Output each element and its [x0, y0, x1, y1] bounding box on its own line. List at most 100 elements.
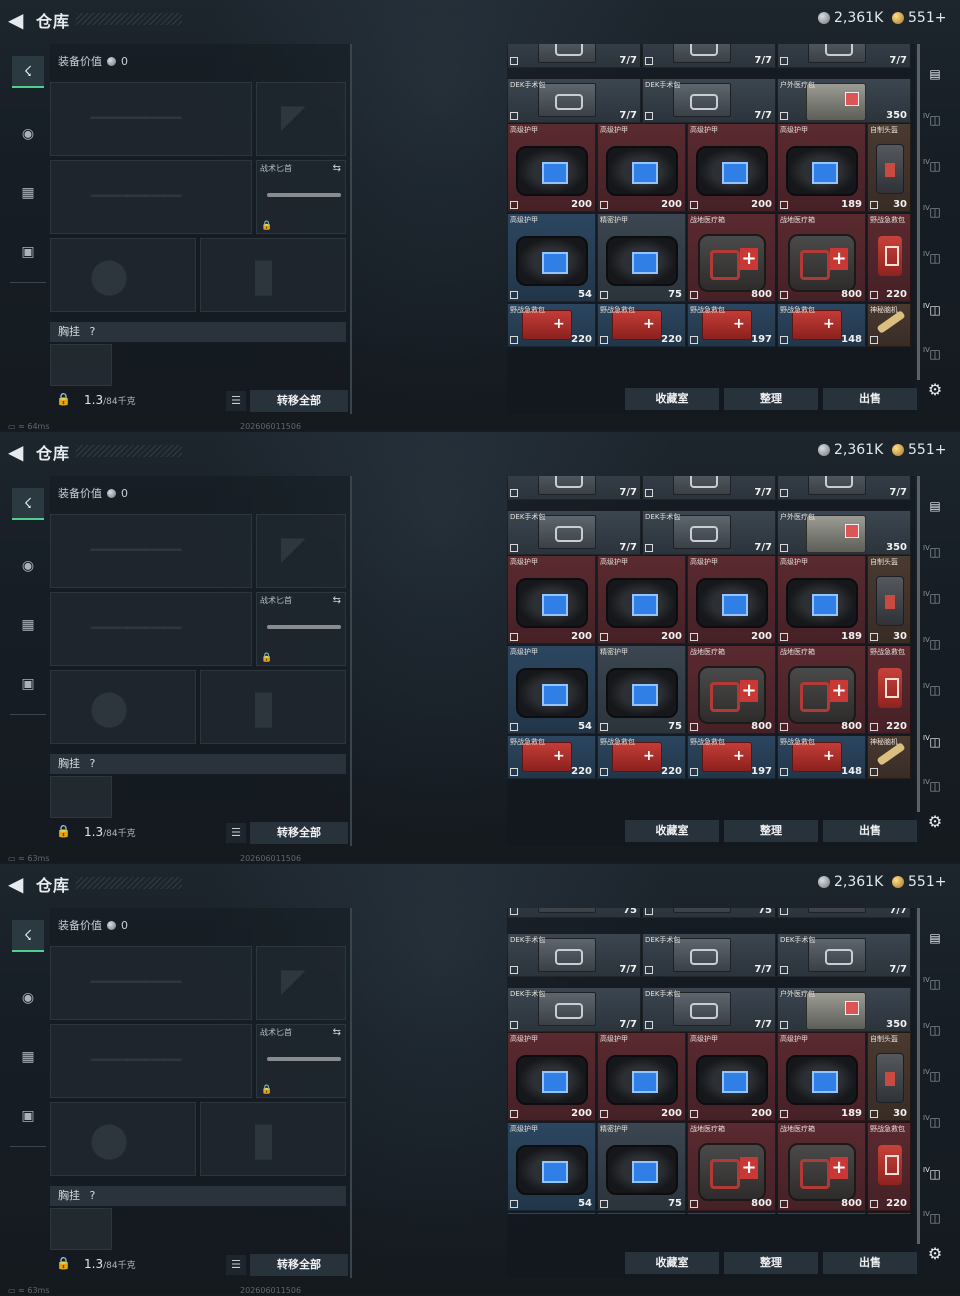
sell-button[interactable]: 出售: [823, 820, 917, 842]
inventory-item[interactable]: 战地医疗箱 800: [687, 1122, 776, 1211]
inventory-item[interactable]: DEK手术包7/7: [642, 44, 776, 68]
gold-currency[interactable]: 551+: [892, 10, 946, 26]
collection-button[interactable]: 收藏室: [625, 820, 719, 842]
collection-button[interactable]: 收藏室: [625, 388, 719, 410]
transfer-all-button[interactable]: 转移全部: [250, 1254, 348, 1276]
secondary-weapon-slot[interactable]: ─────: [50, 160, 252, 234]
inventory-item[interactable]: 自制头盔 30: [867, 555, 911, 644]
container-icon[interactable]: IV ◫: [922, 1018, 948, 1042]
lock-icon[interactable]: 🔒: [56, 392, 71, 406]
inventory-item[interactable]: 神秘脑机: [867, 1212, 911, 1214]
help-icon[interactable]: ?: [90, 1189, 96, 1202]
secondary-weapon-slot[interactable]: ─────: [50, 1024, 252, 1098]
container-icon[interactable]: IV ◫: [922, 154, 948, 178]
gear-icon[interactable]: ⚙: [922, 378, 948, 402]
inventory-item[interactable]: 户外医疗包 350: [777, 510, 911, 555]
inventory-item[interactable]: 高级护甲 200: [687, 1032, 776, 1121]
tab-gear[interactable]: ▦: [12, 609, 44, 641]
list-icon[interactable]: ☰: [226, 391, 246, 411]
back-arrow-icon[interactable]: ◀: [8, 441, 30, 463]
helmet-slot[interactable]: ●: [50, 670, 196, 744]
inventory-item[interactable]: 野战急救包220: [507, 1212, 596, 1214]
primary-weapon-slot[interactable]: ─────: [50, 514, 252, 588]
inventory-item[interactable]: 高级护甲 54: [507, 213, 596, 302]
container-icon[interactable]: IV ◫: [922, 1064, 948, 1088]
list-icon[interactable]: ☰: [226, 1255, 246, 1275]
inventory-item[interactable]: 7/7: [777, 908, 911, 918]
inventory-item[interactable]: 野战急救包148: [777, 303, 866, 347]
inventory-item[interactable]: 野战急救包220: [867, 645, 911, 734]
chest-rig-slot[interactable]: [50, 344, 112, 386]
inventory-item[interactable]: 野战急救包220: [867, 1122, 911, 1211]
container-icon[interactable]: IV ◫: [922, 540, 948, 564]
container-icon[interactable]: IV ◫: [922, 246, 948, 270]
knife-slot[interactable]: 战术匕首 ⇆ 🔒: [256, 592, 346, 666]
inventory-item[interactable]: DEK手术包7/7: [642, 510, 776, 555]
back-arrow-icon[interactable]: ◀: [8, 873, 30, 895]
inventory-item[interactable]: 野战急救包 197: [687, 735, 776, 779]
inventory-item[interactable]: 高级护甲 200: [507, 123, 596, 212]
container-icon[interactable]: IV ◫: [922, 1110, 948, 1134]
inventory-item[interactable]: DEK手术包7/7: [642, 987, 776, 1032]
helmet-slot[interactable]: ●: [50, 238, 196, 312]
inventory-item[interactable]: 高级护甲 189: [777, 1032, 866, 1121]
inventory-item[interactable]: 高级护甲 200: [687, 123, 776, 212]
container-icon[interactable]: IV ◫: [922, 678, 948, 702]
armor-slot[interactable]: ▮: [200, 670, 346, 744]
swap-icon[interactable]: ⇆: [333, 163, 341, 174]
inventory-item[interactable]: 75: [507, 908, 641, 918]
inventory-item[interactable]: DEK手术包7/7: [507, 987, 641, 1032]
gear-icon[interactable]: ⚙: [922, 810, 948, 834]
inventory-item[interactable]: 战地医疗箱 800: [777, 1122, 866, 1211]
inventory-item[interactable]: 神秘脑机: [867, 735, 911, 779]
swap-icon[interactable]: ⇆: [333, 1027, 341, 1038]
tab-helmet[interactable]: ◉: [12, 118, 44, 150]
gear-icon[interactable]: ⚙: [922, 1242, 948, 1266]
armor-slot[interactable]: ▮: [200, 238, 346, 312]
inventory-item[interactable]: 野战急救包220: [507, 735, 596, 779]
inventory-item[interactable]: 高级护甲 200: [507, 1032, 596, 1121]
container-icon[interactable]: IV ◫: [922, 972, 948, 996]
swap-icon[interactable]: ⇆: [333, 595, 341, 606]
inventory-item[interactable]: 神秘脑机: [867, 303, 911, 347]
sort-button[interactable]: 整理: [724, 1252, 818, 1274]
inventory-item[interactable]: DEK手术包7/7: [507, 933, 641, 977]
gold-currency[interactable]: 551+: [892, 442, 946, 458]
container-icon[interactable]: IV ◫: [922, 200, 948, 224]
helmet-slot[interactable]: ●: [50, 1102, 196, 1176]
inventory-item[interactable]: 高级护甲 189: [777, 555, 866, 644]
inventory-item[interactable]: 野战急救包148: [777, 1212, 866, 1214]
inventory-item[interactable]: 野战急救包220: [597, 1212, 686, 1214]
inventory-item[interactable]: 户外医疗包 350: [777, 78, 911, 123]
inventory-item[interactable]: 野战急救包 197: [687, 303, 776, 347]
back-arrow-icon[interactable]: ◀: [8, 9, 30, 31]
safe-icon[interactable]: ▤: [922, 926, 948, 950]
secondary-weapon-slot[interactable]: ─────: [50, 592, 252, 666]
knife-slot[interactable]: 战术匕首 ⇆ 🔒: [256, 160, 346, 234]
container-icon[interactable]: IV ◫: [922, 632, 948, 656]
inventory-item[interactable]: DEK手术包7/7: [642, 933, 776, 977]
inventory-item[interactable]: 高级护甲 200: [687, 555, 776, 644]
list-icon[interactable]: ☰: [226, 823, 246, 843]
inventory-item[interactable]: 精密护甲 75: [597, 645, 686, 734]
inventory-item[interactable]: 战地医疗箱 800: [687, 645, 776, 734]
inventory-item[interactable]: 高级护甲 200: [507, 555, 596, 644]
tab-gear[interactable]: ▦: [12, 177, 44, 209]
tab-helmet[interactable]: ◉: [12, 550, 44, 582]
primary-weapon-slot[interactable]: ─────: [50, 82, 252, 156]
container-icon[interactable]: IV ◫: [922, 108, 948, 132]
inventory-item[interactable]: 自制头盔 30: [867, 1032, 911, 1121]
transfer-all-button[interactable]: 转移全部: [250, 822, 348, 844]
lock-icon[interactable]: 🔒: [56, 1256, 71, 1270]
lock-icon[interactable]: 🔒: [56, 824, 71, 838]
transfer-all-button[interactable]: 转移全部: [250, 390, 348, 412]
inventory-item[interactable]: 高级护甲 54: [507, 1122, 596, 1211]
inventory-item[interactable]: 高级护甲 54: [507, 645, 596, 734]
collection-button[interactable]: 收藏室: [625, 1252, 719, 1274]
knife-slot[interactable]: 战术匕首 ⇆ 🔒: [256, 1024, 346, 1098]
sort-button[interactable]: 整理: [724, 388, 818, 410]
inventory-item[interactable]: 战地医疗箱 800: [687, 213, 776, 302]
tab-gear[interactable]: ▦: [12, 1041, 44, 1073]
inventory-item[interactable]: DEK手术包7/7: [777, 933, 911, 977]
inventory-item[interactable]: 高级护甲 200: [597, 555, 686, 644]
